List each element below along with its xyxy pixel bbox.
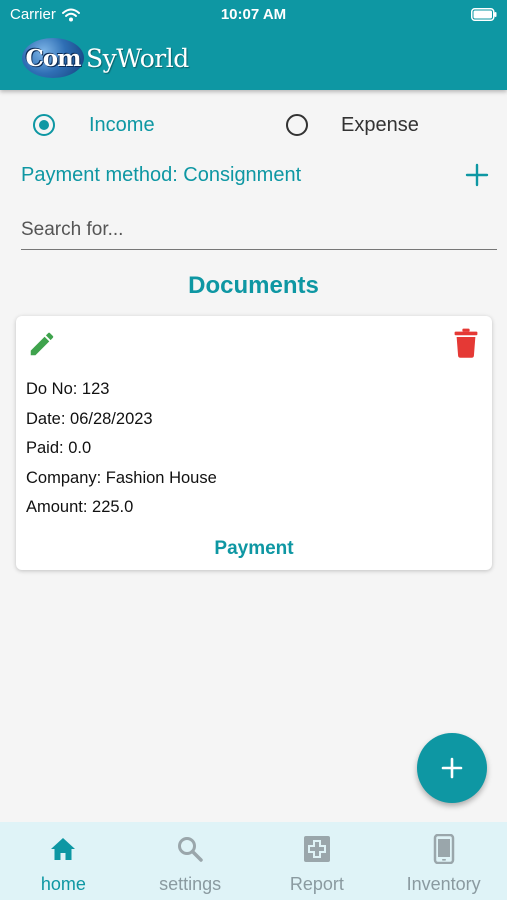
document-amount: Amount: 225.0 — [26, 498, 134, 516]
bottom-navigation: home settings Report Inventory — [0, 822, 507, 900]
battery-icon — [471, 8, 497, 21]
document-company: Company: Fashion House — [26, 468, 217, 487]
radio-unchecked-icon[interactable] — [286, 114, 308, 136]
nav-label-home: home — [40, 874, 86, 894]
app-logo: Com SyWorld — [22, 38, 192, 78]
add-payment-method-icon[interactable] — [464, 162, 490, 188]
documents-title: Documents — [188, 272, 319, 299]
payment-method-label[interactable]: Payment method: Consignment — [21, 164, 301, 187]
radio-expense-label: Expense — [341, 113, 419, 136]
document-date: Date: 06/28/2023 — [26, 409, 153, 428]
radio-income[interactable]: Income — [33, 108, 155, 142]
nav-item-report[interactable]: Report — [254, 822, 381, 900]
pencil-edit-icon[interactable] — [27, 329, 57, 359]
document-details: Do No: 123 Date: 06/28/2023 Paid: 0.0 Co… — [26, 379, 217, 527]
nav-label-inventory: Inventory — [406, 874, 481, 894]
radio-checked-icon[interactable] — [33, 114, 55, 136]
nav-label-settings: settings — [159, 874, 222, 894]
app-header: Carrier 10:07 AM Com SyWorld — [0, 0, 507, 90]
add-document-button[interactable] — [417, 733, 487, 803]
search-input[interactable] — [21, 212, 497, 248]
radio-income-label: Income — [89, 113, 155, 136]
search-field — [21, 212, 497, 250]
home-icon — [51, 838, 76, 860]
document-paid: Paid: 0.0 — [26, 439, 92, 457]
nav-item-settings[interactable]: settings — [127, 822, 254, 900]
plus-icon — [441, 757, 463, 779]
logo-text: SyWorld — [86, 43, 189, 73]
report-icon — [303, 836, 330, 862]
status-bar: Carrier 10:07 AM — [0, 0, 507, 30]
globe-logo-icon: Com — [22, 38, 84, 78]
nav-item-inventory[interactable]: Inventory — [380, 822, 507, 900]
search-icon — [178, 837, 203, 862]
logo-globe-text: Com — [25, 44, 82, 72]
nav-item-home[interactable]: home — [0, 822, 127, 900]
trash-delete-icon[interactable] — [454, 328, 478, 358]
document-do-no: Do No: 123 — [26, 380, 110, 398]
nav-label-report: Report — [289, 874, 344, 894]
status-time: 10:07 AM — [220, 6, 287, 23]
radio-expense[interactable]: Expense — [286, 108, 419, 142]
payment-button[interactable]: Payment — [16, 538, 492, 560]
phone-icon — [433, 834, 454, 864]
document-card: Do No: 123 Date: 06/28/2023 Paid: 0.0 Co… — [16, 316, 492, 570]
